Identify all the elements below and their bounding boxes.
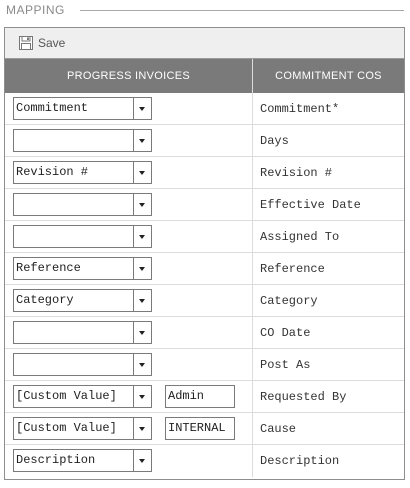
table-row: Days <box>5 125 404 157</box>
source-cell: [Custom Value] Admin <box>5 381 253 412</box>
section-divider <box>80 10 404 11</box>
table-row: Assigned To <box>5 221 404 253</box>
select-value <box>14 354 133 375</box>
mapping-rows: Commitment Commitment* Days Revision # Revis… <box>5 93 404 477</box>
column-header-commitment-cos: COMMITMENT COS <box>275 70 382 82</box>
source-cell: Revision # <box>5 157 253 188</box>
target-field-label: Category <box>260 293 318 308</box>
target-field-label: Post As <box>260 357 311 372</box>
dropdown-arrow-icon[interactable] <box>133 162 151 183</box>
source-cell <box>5 317 253 348</box>
select-value: [Custom Value] <box>16 421 117 435</box>
dropdown-arrow-icon[interactable] <box>133 354 151 375</box>
dropdown-arrow-icon[interactable] <box>133 194 151 215</box>
select-value <box>14 322 133 343</box>
table-row: [Custom Value] Admin Requested By <box>5 381 404 413</box>
section-title: MAPPING <box>6 3 65 17</box>
column-header-progress-invoices: PROGRESS INVOICES <box>5 59 253 93</box>
select-value: Reference <box>16 261 81 275</box>
source-field-select[interactable]: Description <box>13 449 152 472</box>
source-field-select[interactable]: [Custom Value] <box>13 417 152 440</box>
target-field-label: Reference <box>260 261 325 276</box>
source-field-select[interactable]: Commitment <box>13 97 152 120</box>
target-field-label: Cause <box>260 421 297 436</box>
table-row: Description Description <box>5 445 404 477</box>
source-cell: Commitment <box>5 93 253 124</box>
target-field-label: Days <box>260 133 289 148</box>
source-field-select[interactable]: Reference <box>13 257 152 280</box>
select-value: Description <box>16 453 96 467</box>
select-value: [Custom Value] <box>16 389 117 403</box>
dropdown-arrow-icon[interactable] <box>133 450 151 471</box>
source-field-select[interactable] <box>13 321 152 344</box>
dropdown-arrow-icon[interactable] <box>133 226 151 247</box>
source-cell <box>5 349 253 380</box>
source-cell: Description <box>5 445 253 477</box>
table-row: Reference Reference <box>5 253 404 285</box>
source-field-select[interactable] <box>13 225 152 248</box>
table-row: Category Category <box>5 285 404 317</box>
select-value: Revision # <box>16 165 89 179</box>
select-value: Category <box>16 293 74 307</box>
source-field-select[interactable] <box>13 129 152 152</box>
target-field-label: Requested By <box>260 389 347 404</box>
dropdown-arrow-icon[interactable] <box>133 258 151 279</box>
target-field-label: CO Date <box>260 325 311 340</box>
floppy-disk-icon <box>19 36 33 50</box>
target-field-label: Assigned To <box>260 229 340 244</box>
save-label: Save <box>38 36 66 50</box>
table-row: CO Date <box>5 317 404 349</box>
select-value <box>14 226 133 247</box>
dropdown-arrow-icon[interactable] <box>133 418 151 439</box>
source-cell <box>5 125 253 156</box>
source-cell: Reference <box>5 253 253 284</box>
custom-value-input[interactable]: INTERNAL <box>165 417 235 440</box>
mapping-section-header: MAPPING <box>0 0 410 22</box>
target-field-label: Revision # <box>260 165 333 180</box>
source-field-select[interactable]: [Custom Value] <box>13 385 152 408</box>
select-value <box>14 130 133 151</box>
dropdown-arrow-icon[interactable] <box>133 290 151 311</box>
target-field-label: Effective Date <box>260 197 361 212</box>
select-value <box>14 194 133 215</box>
save-button[interactable]: Save <box>19 33 65 53</box>
source-field-select[interactable]: Revision # <box>13 161 152 184</box>
select-value: Commitment <box>16 101 89 115</box>
source-field-select[interactable]: Category <box>13 289 152 312</box>
target-field-label: Commitment* <box>260 101 340 116</box>
source-cell <box>5 221 253 252</box>
dropdown-arrow-icon[interactable] <box>133 98 151 119</box>
table-row: [Custom Value] INTERNAL Cause <box>5 413 404 445</box>
source-cell: Category <box>5 285 253 316</box>
dropdown-arrow-icon[interactable] <box>133 322 151 343</box>
toolbar: Save <box>5 28 404 59</box>
custom-value-input[interactable]: Admin <box>165 385 235 408</box>
table-row: Revision # Revision # <box>5 157 404 189</box>
source-field-select[interactable] <box>13 353 152 376</box>
table-row: Post As <box>5 349 404 381</box>
source-field-select[interactable] <box>13 193 152 216</box>
dropdown-arrow-icon[interactable] <box>133 130 151 151</box>
mapping-panel: Save PROGRESS INVOICES COMMITMENT COS Co… <box>4 27 405 480</box>
table-row: Commitment Commitment* <box>5 93 404 125</box>
dropdown-arrow-icon[interactable] <box>133 386 151 407</box>
table-header: PROGRESS INVOICES COMMITMENT COS <box>5 59 404 93</box>
table-row: Effective Date <box>5 189 404 221</box>
source-cell <box>5 189 253 220</box>
target-field-label: Description <box>260 454 340 468</box>
source-cell: [Custom Value] INTERNAL <box>5 413 253 444</box>
